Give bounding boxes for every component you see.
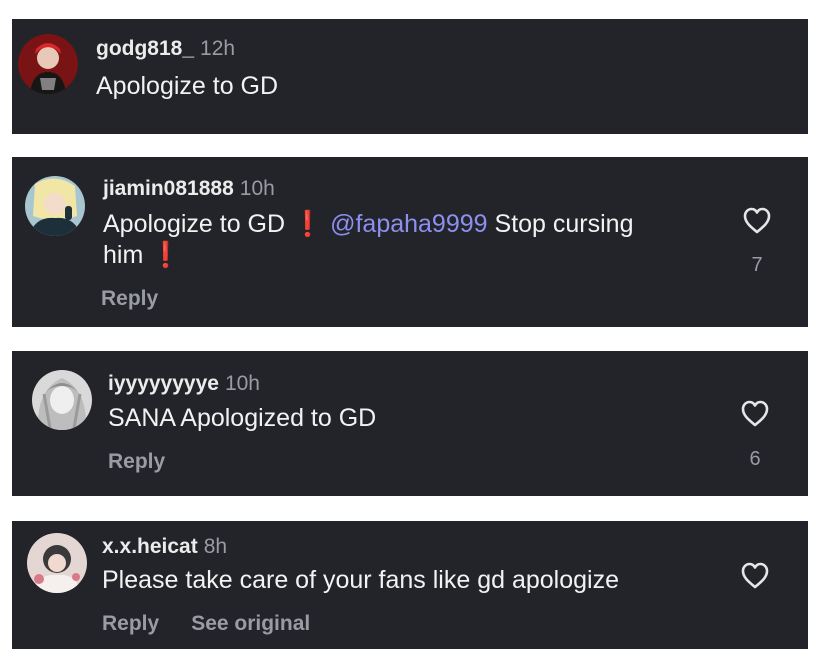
comment-actions: Reply [101, 287, 158, 311]
comment-actions: Reply [108, 450, 165, 474]
avatar[interactable] [27, 533, 87, 593]
username[interactable]: godg818_ [96, 37, 194, 60]
avatar[interactable] [32, 370, 92, 430]
like-count: 6 [749, 448, 761, 470]
see-original-button[interactable]: See original [191, 612, 310, 635]
like-button[interactable] [742, 206, 772, 234]
exclamation-icon: ❗ [292, 210, 324, 238]
heart-outline-icon [741, 400, 769, 427]
like-count: 7 [751, 254, 763, 276]
comment-text: SANA Apologized to GD [108, 404, 377, 432]
comment-card: godg818_ 12h Apologize to GD [12, 19, 808, 134]
avatar[interactable] [18, 34, 78, 94]
reply-button[interactable]: Reply [101, 287, 158, 310]
timestamp: 10h [224, 372, 260, 395]
heart-outline-icon [743, 207, 771, 234]
username[interactable]: x.x.heicat [102, 535, 198, 558]
comment-actions: Reply See original [102, 612, 310, 636]
reply-button[interactable]: Reply [102, 612, 159, 635]
comment-card: x.x.heicat 8h Please take care of your fa… [12, 521, 808, 649]
mention-link[interactable]: @fapaha9999 [330, 210, 487, 238]
avatar[interactable] [25, 176, 85, 236]
comment-meta: godg818_ 12h [96, 37, 235, 61]
comment-meta: iyyyyyyyye 10h [108, 372, 260, 396]
comment-meta: x.x.heicat 8h [102, 535, 227, 559]
comment-card: jiamin081888 10h Apologize to GD ❗ @fapah… [12, 157, 808, 327]
username[interactable]: iyyyyyyyye [108, 372, 219, 395]
reply-button[interactable]: Reply [108, 450, 165, 473]
comment-text: Apologize to GD ❗ @fapaha9999 Stop cursi… [103, 209, 633, 271]
comment-text-part: him [103, 241, 144, 269]
comment-text: Please take care of your fans like gd ap… [102, 566, 619, 594]
comment-text-part: Apologize to GD [103, 210, 286, 238]
like-button[interactable] [740, 561, 770, 589]
comment-text: Apologize to GD [96, 72, 279, 100]
timestamp: 10h [239, 177, 275, 200]
like-button[interactable] [740, 399, 770, 427]
comment-meta: jiamin081888 10h [103, 177, 275, 201]
comment-card: iyyyyyyyye 10h SANA Apologized to GD Repl… [12, 351, 808, 496]
heart-outline-icon [741, 562, 769, 589]
exclamation-icon: ❗ [150, 241, 182, 269]
username[interactable]: jiamin081888 [103, 177, 234, 200]
timestamp: 12h [200, 37, 236, 60]
timestamp: 8h [203, 535, 228, 558]
comment-text-part: Stop cursing [494, 210, 634, 238]
